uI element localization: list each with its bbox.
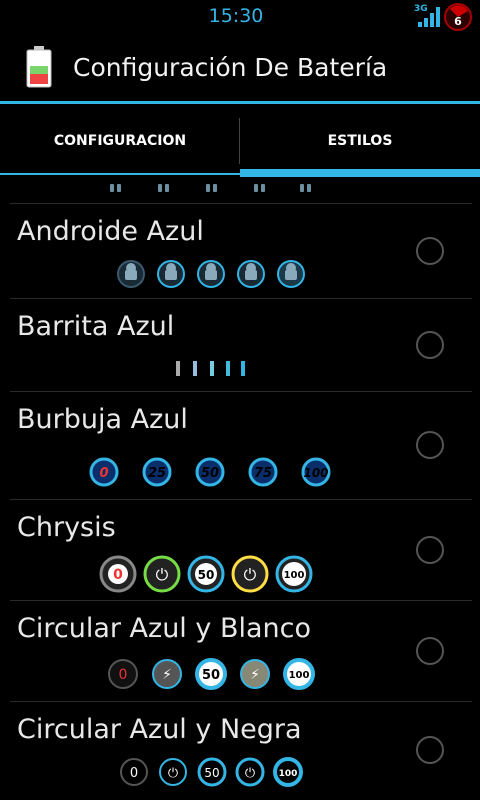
tab-estilos[interactable]: ESTILOS xyxy=(240,104,480,178)
list-item-chrysis[interactable]: Chrysis 0 ⏻ 50 ⏻ 100 xyxy=(0,500,480,600)
style-preview-icons: 0 ⏻ 50 ⏻ 100 xyxy=(118,756,308,790)
style-preview-icons: 0 ⚡ 50 ⚡ 100 xyxy=(106,657,326,693)
android-icon xyxy=(117,260,145,288)
style-radio[interactable] xyxy=(416,237,444,265)
style-name: Barrita Azul xyxy=(17,311,175,342)
list-item-barrita-azul[interactable]: Barrita Azul xyxy=(0,299,480,391)
status-bar: 15:30 3G 6 xyxy=(0,0,480,33)
list-item-circular-azul-y-blanco[interactable]: Circular Azul y Blanco 0 ⚡ 50 ⚡ 100 xyxy=(0,601,480,701)
bubble-label: 50 xyxy=(201,466,219,481)
tab-bar: CONFIGURACION ESTILOS xyxy=(0,104,480,178)
circular-dark-icons: 0 ⏻ 50 ⏻ 100 xyxy=(120,757,303,787)
style-name: Androide Azul xyxy=(17,216,204,247)
style-radio[interactable] xyxy=(416,736,444,764)
plug-icon: ⏻ xyxy=(156,565,169,584)
circular-label: 50 xyxy=(202,668,220,683)
list-item-androide-azul[interactable]: Androide Azul xyxy=(0,204,480,298)
style-preview-icons: 0 25 50 75 100 xyxy=(88,454,338,490)
style-radio[interactable] xyxy=(416,536,444,564)
style-preview-icons: 0 ⏻ 50 ⏻ 100 xyxy=(98,554,328,594)
bubble-label: 100 xyxy=(303,466,328,480)
circular-label: 0 xyxy=(119,667,128,683)
signal-icon: 3G xyxy=(414,4,442,28)
android-icon xyxy=(157,260,185,288)
list-item-circular-azul-y-negra[interactable]: Circular Azul y Negra 0 ⏻ 50 ⏻ 100 xyxy=(0,702,480,800)
action-bar: Configuración De Batería xyxy=(0,33,480,104)
circular-label: 0 xyxy=(130,766,138,781)
bar-icon xyxy=(241,361,245,376)
style-radio[interactable] xyxy=(416,637,444,665)
bolt-icon: ⚡ xyxy=(250,667,260,683)
android-icon xyxy=(277,260,305,288)
plug-icon: ⏻ xyxy=(244,565,257,584)
android-icon xyxy=(197,260,225,288)
bar-icon xyxy=(176,361,180,376)
style-name: Burbuja Azul xyxy=(17,404,188,435)
bubble-label: 75 xyxy=(254,466,272,481)
status-time: 15:30 xyxy=(208,5,264,27)
bar-icon xyxy=(226,361,230,376)
bubble-label: 25 xyxy=(148,466,166,481)
chrysis-label: 0 xyxy=(113,567,123,583)
bolt-icon: ⚡ xyxy=(162,667,172,683)
plug-icon: ⏻ xyxy=(245,766,255,781)
tab-selected-indicator xyxy=(240,169,480,177)
circular-label: 50 xyxy=(204,766,219,780)
chrysis-label: 50 xyxy=(198,568,215,582)
chrysis-icons: 0 ⏻ 50 ⏻ 100 xyxy=(99,555,313,593)
circular-label: 100 xyxy=(289,670,310,681)
bubble-icons: 0 25 50 75 100 xyxy=(89,457,331,487)
list-item-partial xyxy=(0,178,480,204)
bar-icon xyxy=(210,361,214,376)
android-icon xyxy=(237,260,265,288)
style-name: Chrysis xyxy=(17,512,116,543)
style-name: Circular Azul y Blanco xyxy=(17,613,311,644)
bubble-label: 0 xyxy=(99,466,108,481)
tab-configuracion[interactable]: CONFIGURACION xyxy=(0,104,240,178)
page-title: Configuración De Batería xyxy=(73,53,388,82)
battery-icon xyxy=(26,46,52,88)
style-preview-icons xyxy=(116,259,316,293)
circular-icons: 0 ⚡ 50 ⚡ 100 xyxy=(108,658,315,690)
style-name: Circular Azul y Negra xyxy=(17,714,302,745)
list-item-burbuja-azul[interactable]: Burbuja Azul 0 25 50 75 100 xyxy=(0,392,480,499)
style-radio[interactable] xyxy=(416,331,444,359)
style-radio[interactable] xyxy=(416,431,444,459)
plug-icon: ⏻ xyxy=(168,766,178,781)
notification-count: 6 xyxy=(454,15,462,28)
style-preview-icons xyxy=(174,359,254,393)
chrysis-label: 100 xyxy=(284,570,305,581)
bar-icon xyxy=(193,361,197,376)
battery-notification-icon: 6 xyxy=(444,3,472,31)
circular-label: 100 xyxy=(279,769,298,779)
